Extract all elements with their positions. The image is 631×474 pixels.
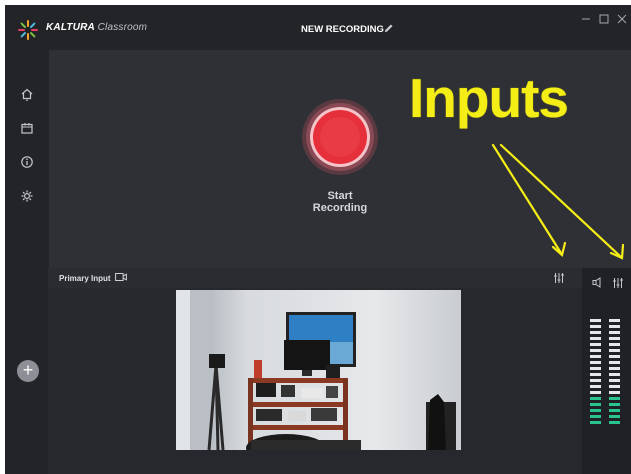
meter-segment (590, 397, 601, 400)
input-panel-header: Primary Input (48, 268, 582, 288)
close-icon[interactable] (616, 13, 628, 25)
meter-segment (609, 373, 620, 376)
meter-segment (590, 403, 601, 406)
meter-segment (609, 325, 620, 328)
home-icon[interactable] (20, 87, 34, 101)
meter-segment (609, 379, 620, 382)
meter-segment (590, 415, 601, 418)
camera-icon[interactable] (115, 272, 127, 282)
audio-column (582, 268, 631, 474)
info-icon[interactable] (20, 155, 34, 169)
brand-name: KALTURA Classroom (46, 22, 147, 33)
inputs-annotation: Inputs (409, 67, 569, 129)
app-window: KALTURA Classroom NEW RECORDING Start Re… (5, 5, 631, 474)
recording-title[interactable]: NEW RECORDING (301, 24, 384, 35)
primary-input-panel: Primary Input (48, 268, 582, 474)
title-bar: KALTURA Classroom NEW RECORDING (5, 5, 631, 50)
meter-segment (609, 337, 620, 340)
meter-segment (590, 337, 601, 340)
kaltura-logo-icon (18, 20, 38, 40)
meter-segment (590, 361, 601, 364)
input-settings-icon[interactable] (553, 272, 565, 284)
meter-segment (590, 385, 601, 388)
meter-segment (609, 367, 620, 370)
start-recording-label: Start Recording (312, 190, 368, 214)
maximize-icon[interactable] (598, 13, 610, 25)
brand-product: Classroom (97, 22, 148, 33)
settings-icon[interactable] (20, 189, 34, 203)
meter-segment (590, 409, 601, 412)
meter-segment (590, 373, 601, 376)
calendar-icon[interactable] (20, 121, 34, 135)
meter-segment (609, 343, 620, 346)
meter-segment (609, 319, 620, 322)
sidebar (5, 50, 49, 268)
meter-segment (590, 355, 601, 358)
meter-segment (590, 325, 601, 328)
meter-segment (590, 391, 601, 394)
add-input-button[interactable]: + (17, 360, 39, 382)
primary-input-label: Primary Input (59, 274, 111, 283)
meter-segment (590, 349, 601, 352)
meter-segment (609, 403, 620, 406)
meter-segment (590, 421, 601, 424)
audio-settings-icon[interactable] (612, 277, 624, 289)
meter-segment (609, 331, 620, 334)
minimize-icon[interactable] (580, 13, 592, 25)
meter-segment (590, 319, 601, 322)
camera-preview (176, 290, 461, 450)
meter-segment (590, 331, 601, 334)
brand-name-bold: KALTURA (46, 22, 95, 33)
meter-segment (609, 409, 620, 412)
meter-segment (590, 367, 601, 370)
meter-segment (590, 379, 601, 382)
meter-segment (609, 355, 620, 358)
meter-segment (609, 391, 620, 394)
meter-segment (609, 385, 620, 388)
pencil-icon[interactable] (383, 23, 394, 34)
audio-meter-right (609, 319, 620, 427)
meter-segment (609, 397, 620, 400)
meter-segment (609, 421, 620, 424)
meter-segment (609, 415, 620, 418)
meter-segment (609, 361, 620, 364)
speaker-icon[interactable] (592, 277, 604, 288)
meter-segment (590, 343, 601, 346)
meter-segment (609, 349, 620, 352)
start-recording-button[interactable] (301, 98, 379, 176)
audio-meter-left (590, 319, 601, 427)
